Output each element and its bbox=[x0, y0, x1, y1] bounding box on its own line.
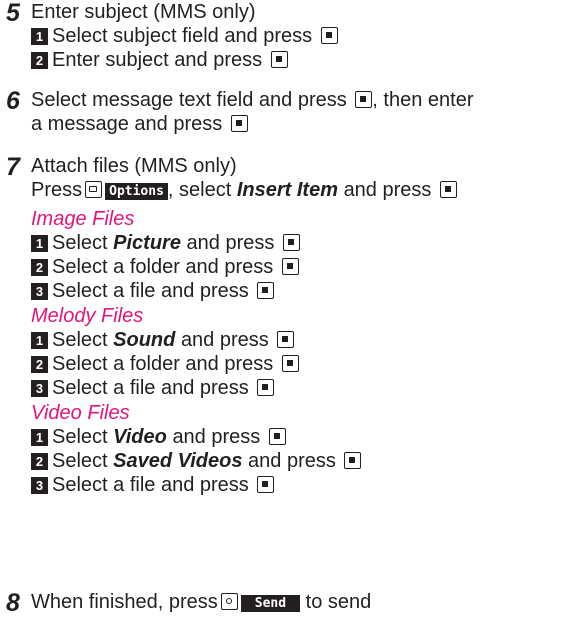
substep: 2 Enter subject and press bbox=[31, 48, 288, 72]
group-heading-melody-files: Melody Files bbox=[31, 305, 144, 327]
substep-number-badge: 1 bbox=[31, 235, 48, 252]
send-softkey: Send bbox=[240, 595, 301, 612]
step-number: 6 bbox=[6, 87, 20, 115]
substep: 2 Select a folder and press bbox=[31, 352, 299, 376]
substep-number-badge: 2 bbox=[31, 52, 48, 69]
step-text-line: Select message text field and press , th… bbox=[31, 89, 474, 111]
substep: 1 Select Video and press bbox=[31, 425, 286, 449]
substep: 1 Select subject field and press bbox=[31, 24, 338, 48]
substep-number-badge: 2 bbox=[31, 453, 48, 470]
step-text-line: Press Options, select Insert Item and pre… bbox=[31, 178, 457, 202]
step-number: 7 bbox=[6, 153, 20, 181]
substep-number-badge: 1 bbox=[31, 332, 48, 349]
substep-number-badge: 3 bbox=[31, 477, 48, 494]
substep-number-badge: 2 bbox=[31, 259, 48, 276]
substep-number-badge: 2 bbox=[31, 356, 48, 373]
substep: 2 Select a folder and press bbox=[31, 255, 299, 279]
center-key-icon bbox=[281, 258, 299, 275]
center-key-icon bbox=[257, 282, 275, 299]
center-key-icon bbox=[270, 51, 288, 68]
center-key-icon bbox=[277, 331, 295, 348]
center-key-icon bbox=[257, 476, 275, 493]
center-key-icon bbox=[281, 355, 299, 372]
center-key-icon bbox=[344, 452, 362, 469]
step-number: 8 bbox=[6, 589, 20, 617]
substep-number-badge: 3 bbox=[31, 283, 48, 300]
center-key-icon bbox=[439, 181, 457, 198]
center-key-icon bbox=[320, 27, 338, 44]
center-key-icon bbox=[268, 428, 286, 445]
group-heading-image-files: Image Files bbox=[31, 208, 135, 230]
step-text-line: When finished, press Send to send bbox=[31, 591, 372, 613]
substep: 2 Select Saved Videos and press bbox=[31, 449, 362, 473]
substep: 3 Select a file and press bbox=[31, 473, 275, 497]
center-key-icon bbox=[355, 91, 373, 108]
substep: 3 Select a file and press bbox=[31, 376, 275, 400]
o-key-icon bbox=[220, 593, 238, 610]
substep: 1 Select Sound and press bbox=[31, 328, 295, 352]
options-softkey: Options bbox=[105, 183, 168, 200]
substep-number-badge: 3 bbox=[31, 380, 48, 397]
center-key-icon bbox=[282, 234, 300, 251]
menu-item-name: Insert Item bbox=[236, 179, 338, 201]
substep: 3 Select a file and press bbox=[31, 279, 275, 303]
substep-number-badge: 1 bbox=[31, 28, 48, 45]
mail-key-icon bbox=[85, 181, 103, 198]
step-text-line: a message and press bbox=[31, 112, 248, 136]
center-key-icon bbox=[257, 379, 275, 396]
substep-number-badge: 1 bbox=[31, 429, 48, 446]
group-heading-video-files: Video Files bbox=[31, 402, 130, 424]
step-title: Enter subject (MMS only) bbox=[31, 1, 256, 23]
step-title: Attach files (MMS only) bbox=[31, 155, 237, 177]
step-number: 5 bbox=[6, 0, 20, 27]
substep: 1 Select Picture and press bbox=[31, 231, 300, 255]
center-key-icon bbox=[230, 115, 248, 132]
